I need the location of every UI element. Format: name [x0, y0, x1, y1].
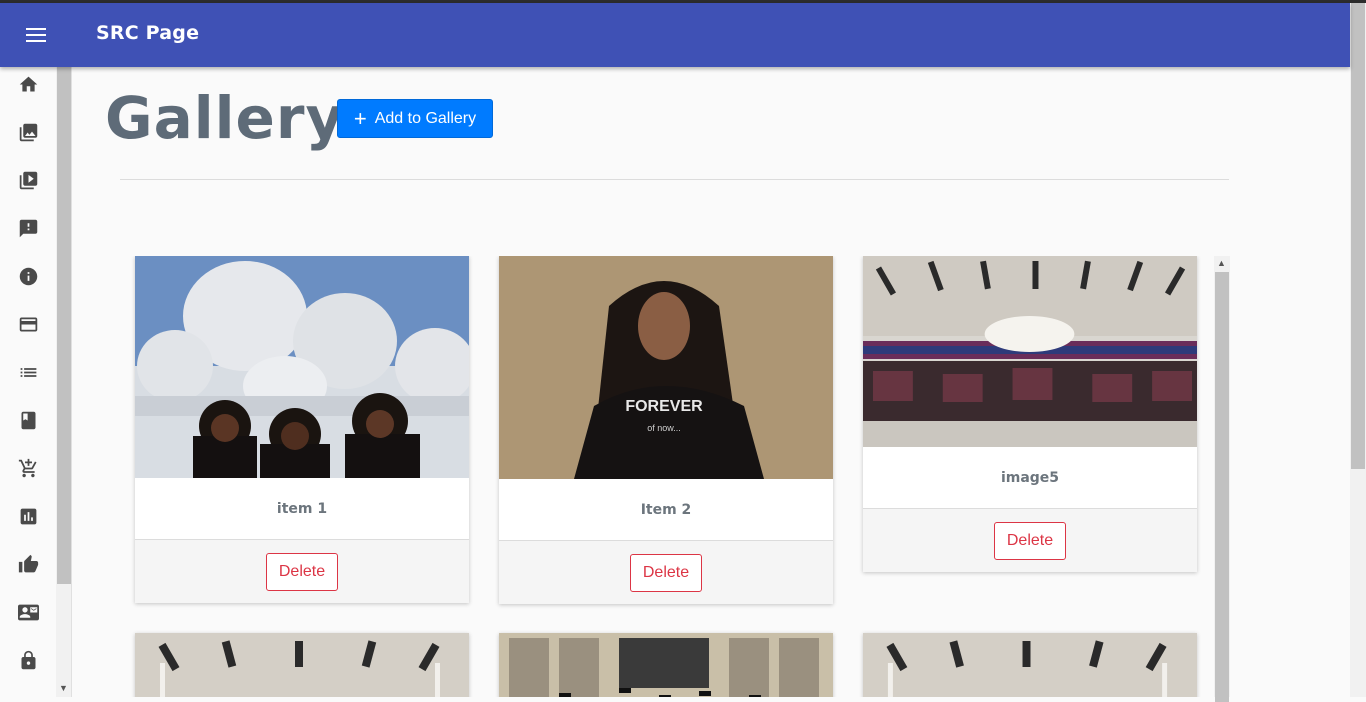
card-footer: Delete [135, 540, 469, 603]
book-icon[interactable] [16, 408, 40, 432]
page-scrollbar-thumb[interactable] [1351, 3, 1365, 469]
add-to-gallery-button[interactable]: + Add to Gallery [337, 99, 493, 138]
gallery-image [863, 256, 1197, 447]
svg-text:FOREVER: FOREVER [625, 398, 703, 415]
gallery-card [499, 633, 833, 697]
gallery-image [499, 633, 833, 697]
gallery-scrollbar[interactable]: ▲ [1214, 256, 1230, 702]
scroll-up-arrow-icon[interactable]: ▲ [1217, 258, 1226, 268]
gallery-card [135, 633, 469, 697]
delete-button[interactable]: Delete [994, 521, 1066, 560]
gallery-card: item 1 Delete [135, 256, 469, 603]
app-title: SRC Page [96, 22, 200, 44]
menu-icon[interactable] [16, 23, 56, 47]
page-title: Gallery [105, 84, 345, 152]
sidebar-scrollbar-thumb[interactable] [57, 67, 71, 584]
gallery-card: image5 Delete [863, 256, 1197, 572]
info-icon[interactable] [16, 264, 40, 288]
gallery-card [863, 633, 1197, 697]
title-divider [120, 179, 1229, 180]
home-icon[interactable] [16, 72, 40, 96]
feedback-icon[interactable] [16, 216, 40, 240]
card-caption: Item 2 [499, 479, 833, 541]
card-footer: Delete [499, 541, 833, 604]
card-footer: Delete [863, 509, 1197, 572]
gallery-image [135, 633, 469, 697]
delete-button[interactable]: Delete [266, 552, 338, 591]
list-icon[interactable] [16, 360, 40, 384]
sidebar-scrollbar[interactable]: ▼ [56, 67, 72, 697]
photo-library-icon[interactable] [16, 120, 40, 144]
gallery-scrollbar-thumb[interactable] [1215, 272, 1229, 702]
scroll-down-arrow-icon[interactable]: ▼ [59, 683, 68, 693]
card-caption: image5 [863, 447, 1197, 509]
poll-icon[interactable] [16, 504, 40, 528]
contact-mail-icon[interactable] [16, 600, 40, 624]
delete-button[interactable]: Delete [630, 553, 702, 592]
app-bar: SRC Page [0, 3, 1350, 67]
gallery-image [863, 633, 1197, 697]
add-shopping-cart-icon[interactable] [16, 456, 40, 480]
gallery-image [135, 256, 469, 478]
page-scrollbar[interactable] [1350, 3, 1366, 697]
gallery-image: FOREVER of now... [499, 256, 833, 479]
video-library-icon[interactable] [16, 168, 40, 192]
gallery-grid: item 1 Delete FOREVER of now... Item 2 D… [120, 256, 1214, 697]
sidebar-nav [0, 67, 56, 697]
thumb-up-icon[interactable] [16, 552, 40, 576]
add-to-gallery-label: Add to Gallery [374, 109, 477, 127]
lock-icon[interactable] [16, 648, 40, 672]
credit-card-icon[interactable] [16, 312, 40, 336]
card-caption: item 1 [135, 478, 469, 540]
svg-text:of now...: of now... [647, 423, 681, 433]
plus-icon: + [353, 105, 367, 131]
gallery-card: FOREVER of now... Item 2 Delete [499, 256, 833, 604]
